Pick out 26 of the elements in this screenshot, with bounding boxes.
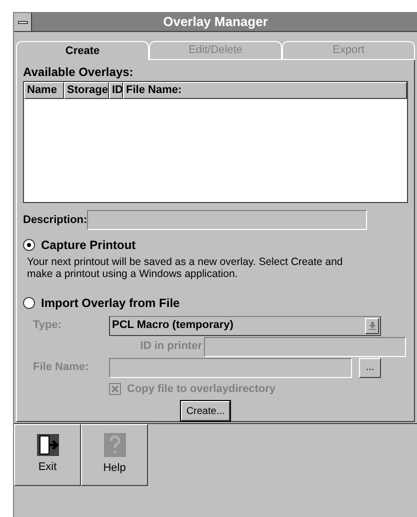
list-label: Available Overlays: <box>23 65 134 79</box>
checkbox-label: Copy file to overlaydirectory <box>127 382 276 396</box>
tab[interactable]: Create <box>16 41 149 60</box>
help-button[interactable]: Help <box>81 424 148 486</box>
file-name-field[interactable] <box>109 358 352 378</box>
file-name-label: File Name: <box>33 360 90 376</box>
type-label: Type: <box>33 318 63 334</box>
system-menu-button[interactable] <box>14 13 32 31</box>
option-description: Your next printout will be saved as a new overlay. Select Create and make a printout using a Windows application. <box>27 256 344 280</box>
id-label: ID in printer <box>140 339 202 354</box>
id-field[interactable] <box>204 336 406 356</box>
option-label: Import Overlay from File <box>41 294 180 312</box>
description-label: Description: <box>23 212 87 228</box>
column-header[interactable]: Name <box>24 82 64 99</box>
description-field[interactable] <box>87 210 367 230</box>
exit-button[interactable]: Exit <box>14 424 81 486</box>
radio-button[interactable] <box>23 296 35 308</box>
question-mark-icon <box>104 433 126 458</box>
column-header[interactable]: Storage <box>64 82 109 99</box>
type-value: PCL Macro (temporary) <box>111 318 234 334</box>
window-title: Overlay Manager <box>162 13 269 32</box>
door-exit-icon <box>36 434 58 456</box>
option-label: Capture Printout <box>41 236 136 254</box>
create-button[interactable]: Create... <box>181 401 230 421</box>
radio-button[interactable] <box>23 238 35 251</box>
column-header[interactable]: File Name: <box>123 82 407 99</box>
